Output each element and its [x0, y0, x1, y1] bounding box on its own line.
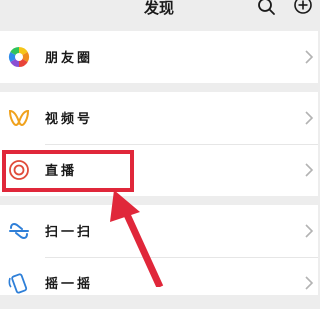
pointer-arrow-icon: [110, 190, 164, 287]
